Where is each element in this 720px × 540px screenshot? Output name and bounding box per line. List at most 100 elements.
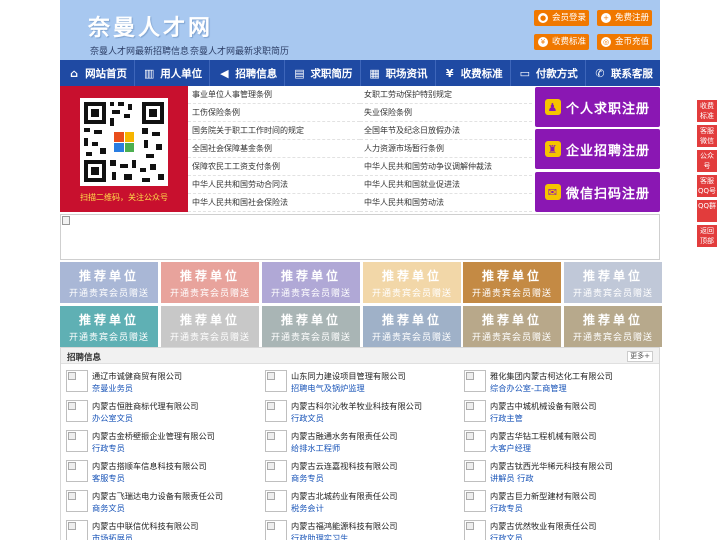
nav-contact[interactable]: ✆ 联系客服 bbox=[586, 60, 660, 86]
position-link[interactable]: 行政主管 bbox=[490, 412, 523, 424]
regulation-link[interactable]: 中华人民共和国就业促进法 bbox=[360, 176, 532, 194]
side-official-account-button[interactable]: 公众号 bbox=[697, 150, 717, 172]
site-logo-title[interactable]: 奈曼人才网 bbox=[88, 10, 213, 42]
regulation-link[interactable]: 女职工劳动保护特别规定 bbox=[360, 86, 532, 104]
latest-jobs-link[interactable]: 奈曼人才网最新招聘信息 bbox=[90, 44, 189, 57]
company-name-link[interactable]: 内蒙古中城机械设备有限公司 bbox=[490, 400, 596, 412]
nav-pricing[interactable]: ¥ 收费标准 bbox=[436, 60, 511, 86]
regulation-link[interactable]: 中华人民共和国劳动法 bbox=[360, 194, 532, 212]
company-name-link[interactable]: 雅化集团内蒙古柯达化工有限公司 bbox=[490, 370, 613, 382]
company-name-link[interactable]: 内蒙古恒胜商标代理有限公司 bbox=[92, 400, 198, 412]
company-logo[interactable] bbox=[66, 520, 88, 540]
position-link[interactable]: 税务会计 bbox=[291, 502, 324, 514]
job-listing[interactable]: 内蒙古北城药业有限责任公司 税务会计 bbox=[260, 488, 458, 514]
member-login-button[interactable]: ● 会员登录 bbox=[534, 10, 589, 26]
position-link[interactable]: 给排水工程师 bbox=[291, 442, 340, 454]
company-logo[interactable] bbox=[464, 430, 486, 452]
company-logo[interactable] bbox=[265, 520, 287, 540]
recommended-employer-slot[interactable]: 推荐单位 开通贵宾会员赠送 bbox=[463, 262, 561, 303]
company-name-link[interactable]: 内蒙古钛西光华稀元科技有限公司 bbox=[490, 460, 613, 472]
enterprise-register-button[interactable]: ♜ 企业招聘注册 bbox=[535, 129, 660, 169]
company-logo[interactable] bbox=[265, 400, 287, 422]
recommended-employer-slot[interactable]: 推荐单位 开通贵宾会员赠送 bbox=[161, 262, 259, 303]
recommended-employer-slot[interactable]: 推荐单位 开通贵宾会员赠送 bbox=[463, 306, 561, 347]
regulation-link[interactable]: 中华人民共和国劳动合同法 bbox=[188, 176, 360, 194]
recommended-employer-slot[interactable]: 推荐单位 开通贵宾会员赠送 bbox=[161, 306, 259, 347]
company-name-link[interactable]: 内蒙古搭顺车信息科技有限公司 bbox=[92, 460, 207, 472]
position-link[interactable]: 奈曼业务员 bbox=[92, 382, 133, 394]
recommended-employer-slot[interactable]: 推荐单位 开通贵宾会员赠送 bbox=[262, 262, 360, 303]
job-listing[interactable]: 内蒙古巨力新型建材有限公司 行政专员 bbox=[459, 488, 657, 514]
nav-employers[interactable]: ▥ 用人单位 bbox=[135, 60, 211, 86]
regulation-link[interactable]: 中华人民共和国劳动争议调解仲裁法 bbox=[360, 158, 532, 176]
nav-jobs[interactable]: ◀ 招聘信息 bbox=[210, 60, 286, 86]
recommended-employer-slot[interactable]: 推荐单位 开通贵宾会员赠送 bbox=[564, 262, 662, 303]
company-logo[interactable] bbox=[265, 490, 287, 512]
company-name-link[interactable]: 内蒙古云连嘉视科技有限公司 bbox=[291, 460, 397, 472]
more-link[interactable]: 更多+ bbox=[627, 351, 653, 362]
nav-resumes[interactable]: ▤ 求职简历 bbox=[285, 60, 361, 86]
company-logo[interactable] bbox=[66, 400, 88, 422]
nav-news[interactable]: ▦ 职场资讯 bbox=[361, 60, 436, 86]
position-link[interactable]: 行政文员 bbox=[291, 412, 324, 424]
company-logo[interactable] bbox=[265, 430, 287, 452]
wechat-register-button[interactable]: ✉ 微信扫码注册 bbox=[535, 172, 660, 212]
job-listing[interactable]: 内蒙古云连嘉视科技有限公司 商务专员 bbox=[260, 458, 458, 484]
company-logo[interactable] bbox=[464, 400, 486, 422]
position-link[interactable]: 行政专员 bbox=[490, 502, 523, 514]
regulation-link[interactable]: 中华人民共和国社会保险法 bbox=[188, 194, 360, 212]
position-link[interactable]: 大客户经理 bbox=[490, 442, 531, 454]
job-listing[interactable]: 雅化集团内蒙古柯达化工有限公司 综合办公室-工商管理 bbox=[459, 368, 657, 394]
recommended-employer-slot[interactable]: 推荐单位 开通贵宾会员赠送 bbox=[60, 262, 158, 303]
regulation-link[interactable]: 失业保险条例 bbox=[360, 104, 532, 122]
latest-resumes-link[interactable]: 奈曼人才网最新求职简历 bbox=[190, 44, 289, 57]
side-qq-group-button[interactable]: QQ群 bbox=[697, 200, 717, 222]
position-link[interactable]: 客服专员 bbox=[92, 472, 125, 484]
company-name-link[interactable]: 通辽市诚健商贸有限公司 bbox=[92, 370, 182, 382]
company-name-link[interactable]: 内蒙古中联信优科技有限公司 bbox=[92, 520, 198, 532]
company-logo[interactable] bbox=[464, 460, 486, 482]
company-name-link[interactable]: 内蒙古优然牧业有限责任公司 bbox=[490, 520, 596, 532]
recommended-employer-slot[interactable]: 推荐单位 开通贵宾会员赠送 bbox=[262, 306, 360, 347]
company-name-link[interactable]: 内蒙古华钻工程机械有限公司 bbox=[490, 430, 596, 442]
position-link[interactable]: 综合办公室-工商管理 bbox=[490, 382, 567, 394]
job-listing[interactable]: 山东同力建设项目管理有限公司 招聘电气及锅炉监理 bbox=[260, 368, 458, 394]
position-link[interactable]: 讲解员 行政 bbox=[490, 472, 534, 484]
regulation-link[interactable]: 全国年节及纪念日放假办法 bbox=[360, 122, 532, 140]
job-listing[interactable]: 内蒙古福鸿能源科技有限公司 行政助理实习生 bbox=[260, 518, 458, 540]
job-listing[interactable]: 内蒙古中城机械设备有限公司 行政主管 bbox=[459, 398, 657, 424]
pricing-button[interactable]: ¥ 收费标准 bbox=[534, 34, 589, 50]
back-to-top-button[interactable]: 返回顶部 bbox=[697, 225, 717, 247]
position-link[interactable]: 招聘电气及锅炉监理 bbox=[291, 382, 365, 394]
side-qq-service-button[interactable]: 客服QQ号 bbox=[697, 175, 717, 197]
recommended-employer-slot[interactable]: 推荐单位 开通贵宾会员赠送 bbox=[564, 306, 662, 347]
job-listing[interactable]: 内蒙古恒胜商标代理有限公司 办公室文员 bbox=[61, 398, 259, 424]
company-logo[interactable] bbox=[464, 520, 486, 540]
company-name-link[interactable]: 内蒙古北城药业有限责任公司 bbox=[291, 490, 397, 502]
job-listing[interactable]: 通辽市诚健商贸有限公司 奈曼业务员 bbox=[61, 368, 259, 394]
position-link[interactable]: 行政助理实习生 bbox=[291, 532, 348, 540]
nav-payment[interactable]: ▭ 付款方式 bbox=[511, 60, 586, 86]
company-logo[interactable] bbox=[66, 460, 88, 482]
position-link[interactable]: 行政专员 bbox=[92, 442, 125, 454]
company-name-link[interactable]: 山东同力建设项目管理有限公司 bbox=[291, 370, 406, 382]
company-name-link[interactable]: 内蒙古巨力新型建材有限公司 bbox=[490, 490, 596, 502]
job-listing[interactable]: 内蒙古金桥壁振企业管理有限公司 行政专员 bbox=[61, 428, 259, 454]
regulation-link[interactable]: 人力资源市场暂行条例 bbox=[360, 140, 532, 158]
regulation-link[interactable]: 全国社会保障基金条例 bbox=[188, 140, 360, 158]
company-name-link[interactable]: 内蒙古飞瑞达电力设备有限责任公司 bbox=[92, 490, 223, 502]
position-link[interactable]: 市场拓展员 bbox=[92, 532, 133, 540]
job-listing[interactable]: 内蒙古优然牧业有限责任公司 行政文员 bbox=[459, 518, 657, 540]
side-pricing-button[interactable]: 收费标准 bbox=[697, 100, 717, 122]
position-link[interactable]: 商务专员 bbox=[291, 472, 324, 484]
company-name-link[interactable]: 内蒙古融通水务有限责任公司 bbox=[291, 430, 397, 442]
company-logo[interactable] bbox=[66, 370, 88, 392]
recommended-employer-slot[interactable]: 推荐单位 开通贵宾会员赠送 bbox=[363, 306, 461, 347]
job-listing[interactable]: 内蒙古钛西光华稀元科技有限公司 讲解员 行政 bbox=[459, 458, 657, 484]
banner-ad[interactable] bbox=[60, 214, 660, 260]
regulation-link[interactable]: 事业单位人事管理条例 bbox=[188, 86, 360, 104]
side-wechat-service-button[interactable]: 客服微信 bbox=[697, 125, 717, 147]
job-listing[interactable]: 内蒙古融通水务有限责任公司 给排水工程师 bbox=[260, 428, 458, 454]
regulation-link[interactable]: 保障农民工工资支付条例 bbox=[188, 158, 360, 176]
personal-register-button[interactable]: ♟ 个人求职注册 bbox=[535, 87, 660, 127]
